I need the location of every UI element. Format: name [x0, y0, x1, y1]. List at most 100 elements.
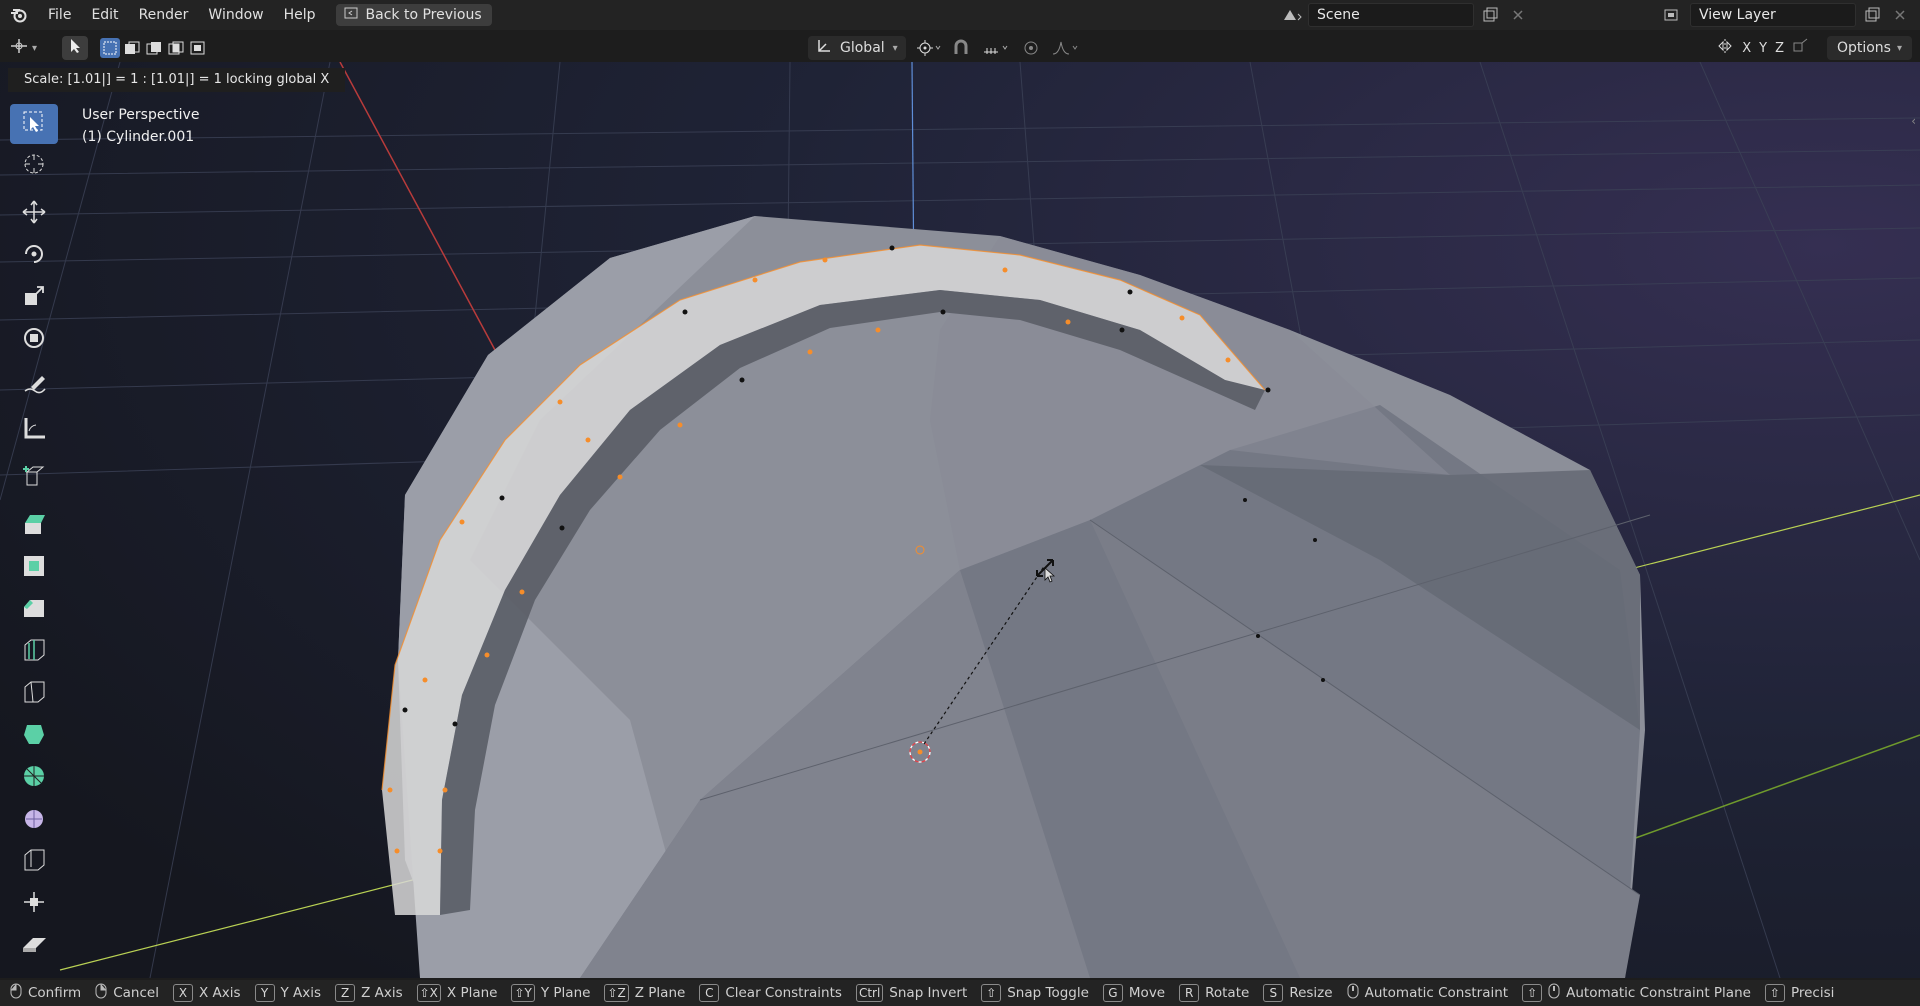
- editor-type-icon: [8, 37, 30, 59]
- scene-name-field[interactable]: Scene: [1308, 3, 1474, 27]
- falloff-icon[interactable]: [1051, 38, 1081, 62]
- orientation-label: Global: [840, 40, 885, 56]
- shrink-fatten-tool[interactable]: [10, 884, 58, 924]
- measure-icon: [21, 415, 47, 445]
- cursor-tool[interactable]: [10, 146, 58, 186]
- status-confirm: Confirm: [10, 983, 81, 1003]
- inset-tool[interactable]: [10, 548, 58, 588]
- viewport-info: User Perspective (1) Cylinder.001: [82, 104, 199, 148]
- add-cube-tool[interactable]: [10, 458, 58, 498]
- poly-build-icon: [21, 721, 47, 751]
- top-bar: File Edit Render Window Help Back to Pre…: [0, 0, 1920, 30]
- new-view-layer-icon[interactable]: [1860, 4, 1884, 26]
- loop-cut-tool[interactable]: [10, 632, 58, 672]
- annotate-tool[interactable]: [10, 368, 58, 408]
- smooth-tool[interactable]: [10, 800, 58, 840]
- inset-icon: [21, 553, 47, 583]
- shrink-fatten-icon: [21, 889, 47, 919]
- back-to-previous-button[interactable]: Back to Previous: [335, 4, 492, 26]
- spin-icon: [21, 763, 47, 793]
- transform-tool[interactable]: [10, 320, 58, 360]
- new-scene-icon[interactable]: [1478, 4, 1502, 26]
- status-snap-toggle: ⇧ Snap Toggle: [981, 984, 1089, 1002]
- cursor-icon: [68, 38, 82, 58]
- blender-logo-icon[interactable]: [8, 4, 30, 26]
- knife-icon: [21, 679, 47, 709]
- status-z-plane: ⇧Z Z Plane: [604, 984, 685, 1002]
- select-invert-icon[interactable]: [166, 38, 186, 58]
- select-box-tool[interactable]: [10, 104, 58, 144]
- viewport-scene[interactable]: [0, 62, 1920, 978]
- select-tool-button[interactable]: [62, 36, 88, 60]
- status-x-plane: ⇧X X Plane: [416, 984, 497, 1002]
- status-y-axis: YY Axis: [254, 984, 321, 1002]
- proportional-edit-icon[interactable]: [1021, 38, 1041, 62]
- transform-orientation-dropdown[interactable]: Global ▾: [808, 36, 906, 60]
- menu-window[interactable]: Window: [198, 0, 273, 30]
- snap-magnet-icon[interactable]: [951, 38, 971, 62]
- mirror-z-toggle[interactable]: Z: [1775, 41, 1784, 56]
- extrude-tool[interactable]: [10, 506, 58, 546]
- move-icon: [21, 199, 47, 229]
- annotate-pencil-icon: [21, 373, 47, 403]
- add-cube-icon: [21, 463, 47, 493]
- smooth-icon: [21, 805, 47, 835]
- move-tool[interactable]: [10, 194, 58, 234]
- poly-build-tool[interactable]: [10, 716, 58, 756]
- extrude-icon: [21, 511, 47, 541]
- mouse-middle-icon: [1548, 983, 1560, 1003]
- view-layer-name-field[interactable]: View Layer: [1690, 3, 1856, 27]
- bevel-icon: [21, 595, 47, 625]
- selection-mode-group: [100, 36, 208, 60]
- mirror-axes-group: X Y Z: [1716, 36, 1810, 60]
- auto-merge-icon[interactable]: [1792, 37, 1810, 59]
- view-layer-icon[interactable]: [1662, 4, 1686, 26]
- select-new-icon[interactable]: [100, 38, 120, 58]
- perspective-label: User Perspective: [82, 107, 200, 123]
- back-icon: [344, 7, 358, 23]
- status-x-axis: XX Axis: [172, 984, 241, 1002]
- delete-scene-icon[interactable]: [1506, 4, 1530, 26]
- edge-slide-tool[interactable]: [10, 842, 58, 882]
- transform-icon: [21, 325, 47, 355]
- status-precision: ⇧ Precisi: [1764, 984, 1834, 1002]
- options-dropdown[interactable]: Options ▾: [1826, 36, 1912, 60]
- left-toolbar: [10, 104, 62, 968]
- select-box-icon: [22, 110, 46, 138]
- pivot-point-icon[interactable]: [915, 38, 941, 62]
- menu-edit[interactable]: Edit: [81, 0, 128, 30]
- knife-tool[interactable]: [10, 674, 58, 714]
- scale-tool[interactable]: [10, 278, 58, 318]
- scene-icon[interactable]: [1280, 4, 1304, 26]
- options-label: Options: [1836, 40, 1891, 56]
- spin-tool[interactable]: [10, 758, 58, 798]
- sidebar-toggle-icon[interactable]: ‹: [1911, 114, 1916, 128]
- select-subtract-icon[interactable]: [144, 38, 164, 58]
- mirror-y-toggle[interactable]: Y: [1759, 41, 1767, 56]
- mirror-icon: [1716, 37, 1734, 59]
- 3d-viewport[interactable]: [0, 62, 1920, 978]
- orientation-icon: [816, 38, 832, 58]
- status-move: G Move: [1102, 984, 1165, 1002]
- rotate-tool[interactable]: [10, 236, 58, 276]
- editor-type-dropdown[interactable]: ▾: [8, 37, 52, 59]
- delete-view-layer-icon[interactable]: [1888, 4, 1912, 26]
- scale-icon: [21, 283, 47, 313]
- menu-file[interactable]: File: [38, 0, 81, 30]
- status-rotate: R Rotate: [1179, 984, 1249, 1002]
- status-y-plane: ⇧Y Y Plane: [511, 984, 590, 1002]
- select-extend-icon[interactable]: [122, 38, 142, 58]
- menu-help[interactable]: Help: [274, 0, 326, 30]
- snap-target-icon[interactable]: [981, 38, 1011, 62]
- active-object-label: (1) Cylinder.001: [82, 129, 195, 145]
- measure-tool[interactable]: [10, 410, 58, 450]
- bevel-tool[interactable]: [10, 590, 58, 630]
- edge-slide-icon: [21, 847, 47, 877]
- status-resize: S Resize: [1263, 984, 1333, 1002]
- shear-tool[interactable]: [10, 926, 58, 966]
- select-intersect-icon[interactable]: [188, 38, 208, 58]
- shear-icon: [21, 931, 47, 961]
- mirror-x-toggle[interactable]: X: [1742, 41, 1751, 56]
- menu-render[interactable]: Render: [129, 0, 199, 30]
- back-button-label: Back to Previous: [365, 7, 482, 23]
